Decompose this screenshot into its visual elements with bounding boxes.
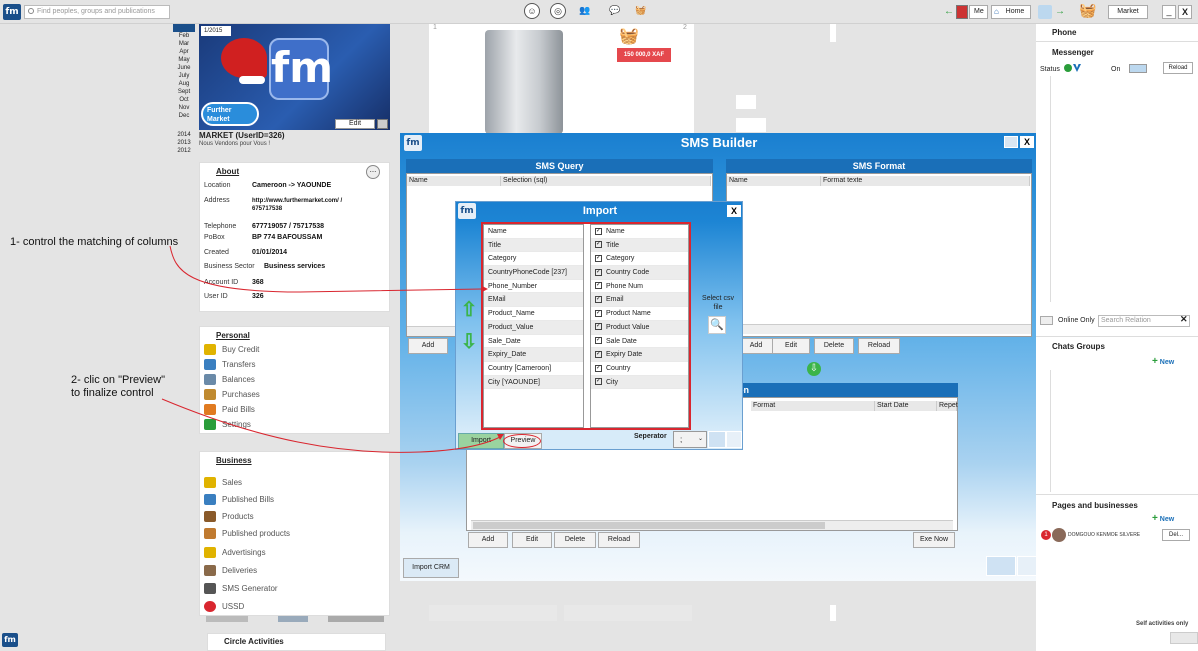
annotation-arrows [161,245,504,453]
online-toggle[interactable] [1129,64,1147,73]
arrow-2-head [497,434,504,440]
arrow-2 [161,398,501,453]
notification-badge: 1 [1041,530,1051,540]
chats-groups-title: Chats Groups [1052,342,1105,351]
self-activities-toggle[interactable] [1170,632,1198,644]
right-sidebar: Phone Messenger Status On Reload Online … [1036,24,1198,651]
clear-search-icon[interactable]: ✕ [1180,314,1188,325]
new-chat-group-label: New [1159,359,1175,366]
online-only-label: Online Only [1058,317,1095,324]
new-page-button[interactable]: + New [1152,513,1174,524]
delete-person-button[interactable]: Del... [1162,529,1190,541]
pages-businesses-title: Pages and businesses [1052,501,1138,510]
new-page-label: New [1159,516,1175,523]
phone-title: Phone [1052,28,1077,37]
person-avatar[interactable] [1052,528,1066,542]
status-online-icon[interactable] [1064,64,1072,72]
self-activities-label: Self activities only [1136,621,1189,627]
search-relation-input[interactable]: Search Relation [1098,315,1190,327]
status-label: Status [1040,66,1060,73]
plus-icon: + [1152,356,1158,367]
new-chat-group-button[interactable]: + New [1152,356,1174,367]
person-name[interactable]: DOMGOUO KENMOE SILVERE [1068,532,1140,538]
arrow-1 [169,245,483,293]
messenger-title: Messenger [1052,48,1094,57]
online-only-toggle[interactable] [1040,316,1053,325]
on-label: On [1111,66,1121,73]
messenger-reload-button[interactable]: Reload [1163,62,1193,74]
status-check-icon[interactable] [1073,64,1081,72]
plus-icon: + [1152,513,1158,524]
arrow-1-head [482,286,488,292]
